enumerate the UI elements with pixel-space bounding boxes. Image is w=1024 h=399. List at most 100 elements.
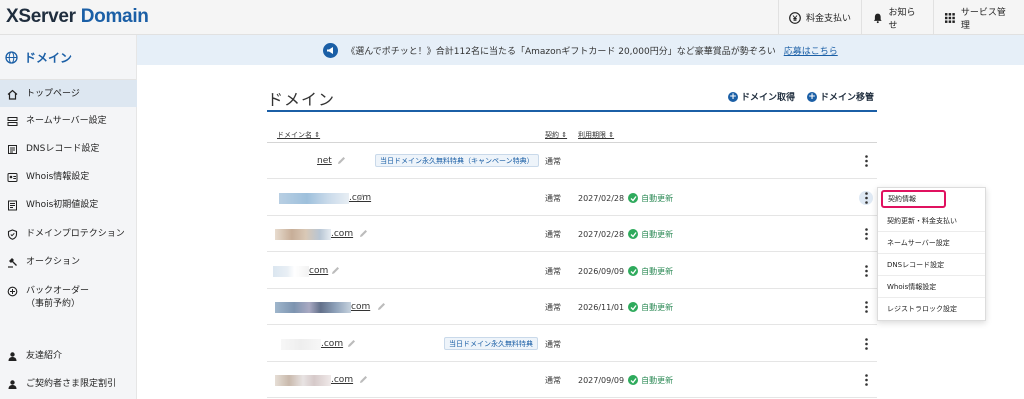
home-icon bbox=[7, 89, 18, 100]
more-menu-icon[interactable] bbox=[859, 300, 873, 314]
top-bar: XServer Domain 料金支払い お知らせ サービス管理 bbox=[0, 0, 1024, 35]
domain-link[interactable]: net bbox=[317, 143, 332, 179]
table-row: com 通常 2026/11/01 自動更新 bbox=[267, 289, 877, 325]
sidebar-item-discount[interactable]: ご契約者さま限定割引 bbox=[0, 378, 137, 398]
pencil-icon[interactable] bbox=[347, 339, 356, 348]
notice-button[interactable]: お知らせ bbox=[861, 0, 933, 35]
column-header-contract[interactable]: 契約 ⇕ bbox=[545, 130, 567, 140]
more-menu-icon[interactable] bbox=[859, 154, 873, 168]
sidebar-item-backorder[interactable]: バックオーダー （事前予約） bbox=[0, 285, 137, 315]
bell-icon bbox=[873, 13, 882, 23]
contract-type: 通常 bbox=[545, 375, 561, 385]
check-circle-icon bbox=[628, 229, 639, 239]
expiry-cell: 2026/09/09 自動更新 bbox=[578, 253, 673, 289]
more-menu-icon[interactable] bbox=[859, 191, 873, 205]
menu-item-registrar-lock[interactable]: レジストラロック設定 bbox=[878, 298, 985, 320]
pencil-icon[interactable] bbox=[359, 229, 368, 238]
blurred-domain bbox=[273, 265, 309, 277]
check-circle-icon bbox=[628, 375, 639, 385]
sidebar-item-auction[interactable]: オークション bbox=[0, 256, 137, 276]
table-row: net 当日ドメイン永久無料特典（キャンペーン特典） 通常 bbox=[267, 143, 877, 179]
discount-icon bbox=[8, 380, 17, 389]
domain-link[interactable]: .com bbox=[275, 362, 353, 398]
contract-type: 通常 bbox=[545, 339, 561, 349]
contract-type: 通常 bbox=[545, 193, 561, 203]
pencil-icon[interactable] bbox=[377, 302, 386, 311]
more-menu-icon[interactable] bbox=[859, 337, 873, 351]
auto-renew-status: 自動更新 bbox=[628, 193, 673, 204]
blurred-domain bbox=[275, 228, 331, 240]
menu-item-dns[interactable]: DNSレコード設定 bbox=[878, 254, 985, 276]
table-row: .com 当日ドメイン永久無料特典 通常 bbox=[267, 326, 877, 362]
sidebar-item-label: Whois初期値設定 bbox=[26, 200, 99, 210]
more-menu-icon[interactable] bbox=[859, 373, 873, 387]
more-menu-icon[interactable] bbox=[859, 227, 873, 241]
sidebar-item-label: DNSレコード設定 bbox=[26, 144, 100, 154]
pencil-icon[interactable] bbox=[356, 193, 365, 202]
expiry-date: 2026/09/09 bbox=[578, 266, 625, 276]
domain-link[interactable]: .com bbox=[275, 216, 353, 252]
sidebar-item-top-page[interactable]: トップページ bbox=[0, 80, 137, 107]
expiry-date: 2027/09/09 bbox=[578, 375, 625, 385]
yen-icon bbox=[789, 11, 801, 24]
acquire-domain-button[interactable]: + ドメイン取得 bbox=[728, 90, 795, 103]
check-circle-icon bbox=[628, 302, 639, 312]
domain-link[interactable]: com bbox=[273, 253, 328, 289]
sidebar-item-whois-default[interactable]: Whois初期値設定 bbox=[0, 199, 137, 219]
campaign-badge: 当日ドメイン永久無料特典（キャンペーン特典） bbox=[375, 154, 539, 167]
expiry-cell: 2027/09/09 自動更新 bbox=[578, 362, 673, 398]
pencil-icon[interactable] bbox=[331, 266, 340, 275]
title-divider bbox=[267, 110, 877, 112]
sidebar-item-dns[interactable]: DNSレコード設定 bbox=[0, 143, 137, 163]
domain-link[interactable]: .com bbox=[281, 326, 343, 362]
sidebar-item-nameserver[interactable]: ネームサーバー設定 bbox=[0, 115, 137, 135]
check-circle-icon bbox=[628, 266, 639, 276]
globe-icon bbox=[5, 50, 18, 64]
row-action-menu: 契約情報 契約更新・料金支払い ネームサーバー設定 DNSレコード設定 Whoi… bbox=[877, 187, 986, 321]
auto-renew-status: 自動更新 bbox=[628, 375, 673, 386]
services-button[interactable]: サービス管理 bbox=[933, 0, 1024, 35]
auto-renew-label: 自動更新 bbox=[641, 193, 674, 203]
more-menu-icon[interactable] bbox=[859, 264, 873, 278]
column-header-expiry[interactable]: 利用期限 ⇕ bbox=[578, 130, 614, 140]
domain-name: .com bbox=[331, 229, 354, 239]
dns-icon bbox=[8, 145, 17, 154]
blurred-domain bbox=[281, 338, 321, 350]
expiry-cell: 2027/02/28 自動更新 bbox=[578, 180, 673, 216]
column-header-domain[interactable]: ドメイン名 ⇕ bbox=[277, 130, 320, 140]
shield-icon bbox=[7, 229, 18, 240]
sidebar-item-whois[interactable]: Whois情報設定 bbox=[0, 171, 137, 191]
pencil-icon[interactable] bbox=[359, 375, 368, 384]
transfer-domain-button[interactable]: + ドメイン移管 bbox=[807, 90, 874, 103]
contract-type: 通常 bbox=[545, 229, 561, 239]
logo-prefix: XServer bbox=[6, 6, 76, 27]
expiry-cell: 2027/02/28 自動更新 bbox=[578, 216, 673, 252]
auto-renew-label: 自動更新 bbox=[641, 375, 674, 385]
sidebar-item-label: バックオーダー （事前予約） bbox=[26, 285, 89, 311]
backorder-icon bbox=[7, 286, 18, 297]
page-title: ドメイン bbox=[267, 90, 336, 109]
sidebar-header[interactable]: ドメイン bbox=[0, 35, 136, 80]
menu-item-whois[interactable]: Whois情報設定 bbox=[878, 276, 985, 298]
banner-text: 《選んでポチッと！》合計112名に当たる「Amazonギフトカード 20,000… bbox=[346, 46, 776, 57]
sidebar-item-protection[interactable]: ドメインプロテクション bbox=[0, 228, 137, 248]
menu-item-nameserver[interactable]: ネームサーバー設定 bbox=[878, 232, 985, 254]
acquire-domain-label: ドメイン取得 bbox=[741, 93, 796, 103]
menu-item-renew-payment[interactable]: 契約更新・料金支払い bbox=[878, 210, 985, 232]
expiry-date: 2026/11/01 bbox=[578, 302, 625, 312]
auto-renew-status: 自動更新 bbox=[628, 266, 673, 277]
menu-item-contract-info[interactable]: 契約情報 bbox=[881, 190, 946, 208]
auction-icon bbox=[8, 258, 17, 268]
domain-link[interactable]: com bbox=[275, 289, 370, 325]
table-row: com 通常 2026/09/09 自動更新 bbox=[267, 253, 877, 289]
friend-icon bbox=[8, 352, 17, 361]
pencil-icon[interactable] bbox=[337, 156, 346, 165]
logo[interactable]: XServer Domain bbox=[6, 6, 149, 28]
sidebar-item-friend[interactable]: 友達紹介 bbox=[0, 350, 137, 370]
domain-name: .com bbox=[331, 375, 354, 385]
banner-link[interactable]: 応募はこちら bbox=[784, 44, 838, 57]
payment-button[interactable]: 料金支払い bbox=[778, 0, 861, 35]
check-circle-icon bbox=[628, 193, 639, 203]
contract-type: 通常 bbox=[545, 302, 561, 312]
domain-name: .com bbox=[321, 339, 344, 349]
